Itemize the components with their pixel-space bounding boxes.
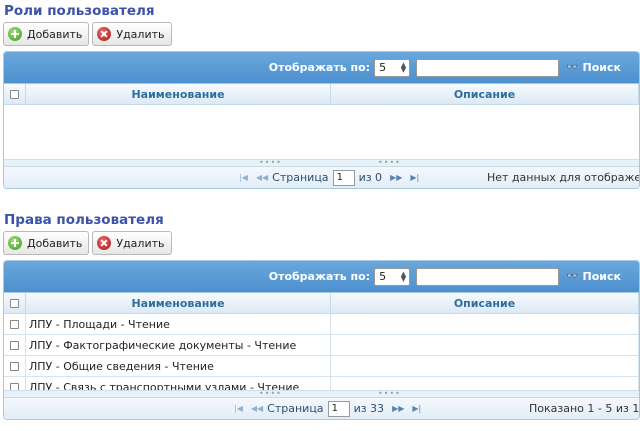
roles-add-label: Добавить <box>27 27 83 41</box>
row-desc <box>331 314 639 334</box>
row-checkbox[interactable] <box>10 361 19 371</box>
table-row[interactable]: ЛПУ - Общие сведения - Чтение <box>4 356 639 377</box>
roles-grid: Отображать по: 5 ▲ ▼ 👓 Поиск Наименование… <box>3 51 640 189</box>
roles-select-all-cell <box>4 84 26 104</box>
roles-page-input[interactable]: 1 <box>332 169 355 186</box>
roles-add-button[interactable]: Добавить <box>3 22 90 46</box>
rights-select-all-checkbox[interactable] <box>10 298 19 308</box>
roles-rows-per-page-value: 5 <box>379 61 387 74</box>
rights-page-of: из 33 <box>353 402 385 415</box>
scroll-grip-icon: •••• <box>259 158 282 167</box>
rights-pager: |◀ ◀◀ Страница 1 из 33 ▶▶ ▶| Показано 1 … <box>4 397 639 419</box>
row-checkbox-cell <box>4 377 26 390</box>
roles-scrollbar[interactable]: •••• •••• <box>4 158 639 167</box>
roles-col-name[interactable]: Наименование <box>26 84 331 104</box>
roles-title: Роли пользователя <box>4 3 155 19</box>
roles-col-desc[interactable]: Описание <box>331 84 639 104</box>
roles-rows-per-page-select[interactable]: 5 ▲ ▼ <box>374 58 411 77</box>
row-desc <box>331 335 639 355</box>
first-page-icon[interactable]: |◀ <box>234 404 243 413</box>
binoculars-icon[interactable]: 👓 <box>566 62 578 73</box>
plus-circle-icon <box>8 236 22 250</box>
roles-delete-label: Удалить <box>116 27 165 41</box>
select-arrows-icon: ▲ ▼ <box>400 60 407 74</box>
roles-pager-nav: |◀ ◀◀ Страница 1 из 0 ▶▶ ▶| <box>235 169 423 186</box>
prev-page-icon[interactable]: ◀◀ <box>256 173 268 182</box>
x-circle-icon <box>97 27 112 41</box>
rights-search-input[interactable] <box>416 267 560 286</box>
first-page-icon[interactable]: |◀ <box>239 173 248 182</box>
row-checkbox-cell <box>4 335 26 355</box>
rights-grid: Отображать по: 5 ▲ ▼ 👓 Поиск Наименование… <box>3 260 640 420</box>
roles-toolbar: Добавить Удалить <box>3 22 640 48</box>
row-name: ЛПУ - Фактографические документы - Чтени… <box>26 335 331 355</box>
roles-pager: |◀ ◀◀ Страница 1 из 0 ▶▶ ▶| Нет данных д… <box>4 166 639 188</box>
rights-page-label: Страница <box>267 402 324 415</box>
rights-page-input[interactable]: 1 <box>327 400 350 417</box>
scroll-grip-icon: •••• <box>378 389 401 398</box>
roles-search-label[interactable]: Поиск <box>583 61 621 74</box>
rights-search-label[interactable]: Поиск <box>583 270 621 283</box>
rights-rows-per-page-value: 5 <box>379 270 387 283</box>
rights-col-desc[interactable]: Описание <box>331 293 639 313</box>
row-name: ЛПУ - Площади - Чтение <box>26 314 331 334</box>
rights-pager-nav: |◀ ◀◀ Страница 1 из 33 ▶▶ ▶| <box>230 400 425 417</box>
roles-page-of: из 0 <box>358 171 383 184</box>
rights-grid-body: ЛПУ - Площади - Чтение ЛПУ - Фактографиче… <box>4 314 639 390</box>
rights-rows-per-page-select[interactable]: 5 ▲ ▼ <box>374 267 411 286</box>
row-desc <box>331 356 639 376</box>
roles-grid-header: Отображать по: 5 ▲ ▼ 👓 Поиск <box>4 52 639 83</box>
rights-col-name[interactable]: Наименование <box>26 293 331 313</box>
rights-toolbar: Добавить Удалить <box>3 231 640 257</box>
rights-section: Права пользователя Добавить Удалить Отоб… <box>3 209 640 420</box>
roles-delete-button[interactable]: Удалить <box>92 22 172 46</box>
rights-grid-header: Отображать по: 5 ▲ ▼ 👓 Поиск <box>4 261 639 292</box>
table-row[interactable]: ЛПУ - Площади - Чтение <box>4 314 639 335</box>
next-page-icon[interactable]: ▶▶ <box>392 404 404 413</box>
binoculars-icon[interactable]: 👓 <box>566 271 578 282</box>
roles-select-all-checkbox[interactable] <box>10 89 19 99</box>
roles-rows-per-page-label: Отображать по: <box>268 61 371 74</box>
roles-pager-info: Нет данных для отображения <box>487 171 640 184</box>
rights-column-header: Наименование Описание <box>4 292 639 314</box>
last-page-icon[interactable]: ▶| <box>410 173 419 182</box>
rights-delete-button[interactable]: Удалить <box>92 231 172 255</box>
roles-search-input[interactable] <box>416 58 560 77</box>
plus-circle-icon <box>8 27 22 41</box>
row-checkbox-cell <box>4 314 26 334</box>
rights-title: Права пользователя <box>4 212 164 228</box>
roles-page-label: Страница <box>272 171 329 184</box>
roles-section: Роли пользователя Добавить Удалить Отобр… <box>3 0 640 189</box>
row-name: ЛПУ - Общие сведения - Чтение <box>26 356 331 376</box>
table-row[interactable]: ЛПУ - Связь с транспортными узлами - Чте… <box>4 377 639 390</box>
x-circle-icon <box>97 236 112 250</box>
prev-page-icon[interactable]: ◀◀ <box>251 404 263 413</box>
roles-column-header: Наименование Описание <box>4 83 639 105</box>
last-page-icon[interactable]: ▶| <box>412 404 421 413</box>
row-name: ЛПУ - Связь с транспортными узлами - Чте… <box>26 377 331 390</box>
roles-grid-body <box>4 105 639 159</box>
rights-scrollbar[interactable]: •••• •••• <box>4 389 639 398</box>
rights-rows-per-page-label: Отображать по: <box>268 270 371 283</box>
rights-pager-info: Показано 1 - 5 из 163 <box>529 402 640 415</box>
scroll-grip-icon: •••• <box>378 158 401 167</box>
scroll-grip-icon: •••• <box>259 389 282 398</box>
row-checkbox-cell <box>4 356 26 376</box>
row-checkbox[interactable] <box>10 382 19 390</box>
rights-add-button[interactable]: Добавить <box>3 231 90 255</box>
table-row[interactable]: ЛПУ - Фактографические документы - Чтени… <box>4 335 639 356</box>
rights-select-all-cell <box>4 293 26 313</box>
select-arrows-icon: ▲ ▼ <box>400 269 407 283</box>
next-page-icon[interactable]: ▶▶ <box>390 173 402 182</box>
row-checkbox[interactable] <box>10 319 19 329</box>
rights-delete-label: Удалить <box>116 236 165 250</box>
row-checkbox[interactable] <box>10 340 19 350</box>
rights-add-label: Добавить <box>27 236 83 250</box>
